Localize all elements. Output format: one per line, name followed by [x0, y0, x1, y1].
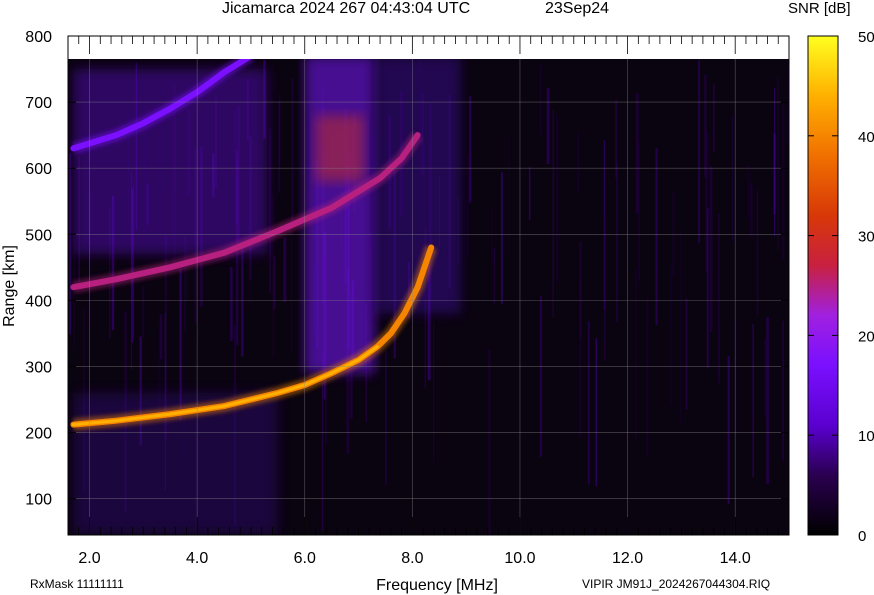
noise-streak: [731, 114, 734, 242]
noise-streak: [706, 208, 709, 368]
rxmask-label: RxMask 11111111: [30, 577, 124, 591]
noise-streak: [698, 59, 700, 244]
y-tick-label: 100: [25, 492, 52, 509]
noise-streak: [556, 114, 559, 283]
noise-streak: [727, 356, 730, 504]
noise-streak: [603, 217, 606, 361]
y-tick-label: 600: [25, 161, 52, 178]
noise-streak: [670, 265, 673, 407]
y-tick-label: 400: [25, 293, 52, 310]
x-tick-label: 4.0: [186, 550, 208, 567]
noise-streak: [290, 215, 293, 353]
noise-streak: [546, 88, 550, 165]
y-tick-label: 700: [25, 95, 52, 112]
noise-streak: [655, 147, 658, 326]
noise-streak: [782, 320, 785, 461]
x-tick-label: 14.0: [720, 550, 751, 567]
y-tick-label: 200: [25, 426, 52, 443]
noise-streak: [500, 172, 503, 304]
x-axis-label: Frequency [MHz]: [376, 577, 498, 594]
noise-streak: [488, 349, 491, 535]
noise-streak: [734, 318, 737, 434]
noise-streak: [283, 237, 287, 303]
noise-streak: [587, 321, 590, 485]
noise-streak: [748, 164, 750, 219]
colorbar-label: SNR [dB]: [788, 0, 851, 17]
y-axis-label: Range [km]: [1, 245, 18, 327]
noise-streak: [708, 133, 711, 215]
noise-streak: [616, 162, 618, 323]
chart-date: 23Sep24: [545, 0, 610, 17]
x-tick-label: 12.0: [612, 550, 643, 567]
colorbar: [807, 35, 839, 536]
noise-streak: [142, 286, 145, 338]
noise-streak: [291, 77, 294, 226]
x-tick-label: 2.0: [78, 550, 100, 567]
noise-streak: [493, 248, 496, 304]
y-tick-label: 500: [25, 227, 52, 244]
spread-f-region: [315, 115, 364, 182]
colorbar-tick-label: 20: [858, 328, 874, 345]
x-tick-label: 6.0: [294, 550, 316, 567]
colorbar-tick-label: 40: [858, 129, 874, 146]
noise-streak: [552, 110, 554, 318]
y-tick-label: 800: [25, 29, 52, 46]
x-tick-label: 8.0: [401, 550, 423, 567]
noise-streak: [241, 249, 244, 357]
noise-streak: [578, 279, 582, 438]
noise-streak: [679, 230, 683, 426]
noise-streak: [272, 194, 274, 358]
noise-streak: [539, 64, 541, 136]
noise-streak: [595, 338, 598, 487]
noise-streak: [508, 135, 510, 256]
y-tick-label: 300: [25, 359, 52, 376]
colorbar-tick-label: 30: [858, 229, 874, 246]
noise-streak: [469, 96, 472, 203]
noise-streak: [710, 166, 713, 332]
noise-streak: [712, 84, 715, 153]
noise-streak: [717, 213, 720, 384]
noise-streak: [69, 153, 71, 335]
colorbar-tick-label: 10: [858, 428, 874, 445]
ionogram-chart: 2.0 4.0 6.0 8.0 10.0 12.0 14.0 100200300400500…: [1, 29, 874, 594]
spread-f-region: [73, 69, 268, 255]
noise-streak: [782, 105, 785, 261]
chart-title: Jicamarca 2024 267 04:43:04 UTC: [222, 0, 471, 17]
noise-streak: [752, 323, 754, 478]
noise-streak: [278, 101, 280, 192]
noise-streak: [685, 298, 688, 410]
noise-streak: [467, 156, 469, 257]
noise-streak: [159, 314, 163, 360]
noise-streak: [635, 93, 639, 214]
x-tick-label: 10.0: [504, 550, 535, 567]
noise-streak: [756, 190, 759, 315]
noise-streak: [773, 87, 775, 237]
noise-streak: [230, 266, 233, 342]
colorbar-tick-label: 0: [858, 528, 866, 545]
noise-streak: [186, 246, 188, 301]
noise-streak: [764, 338, 768, 418]
noise-streak: [269, 128, 271, 293]
file-label: VIPIR JM91J_2024267044304.RIQ: [582, 577, 771, 591]
noise-streak: [750, 182, 753, 238]
noise-streak: [433, 322, 435, 463]
noise-streak: [385, 350, 387, 486]
noise-streak: [704, 74, 707, 178]
noise-streak: [577, 132, 579, 194]
noise-streak: [645, 297, 649, 456]
noise-streak: [672, 190, 675, 276]
colorbar-tick-label: 50: [858, 29, 874, 46]
noise-streak: [528, 166, 531, 220]
noise-streak: [634, 269, 637, 440]
